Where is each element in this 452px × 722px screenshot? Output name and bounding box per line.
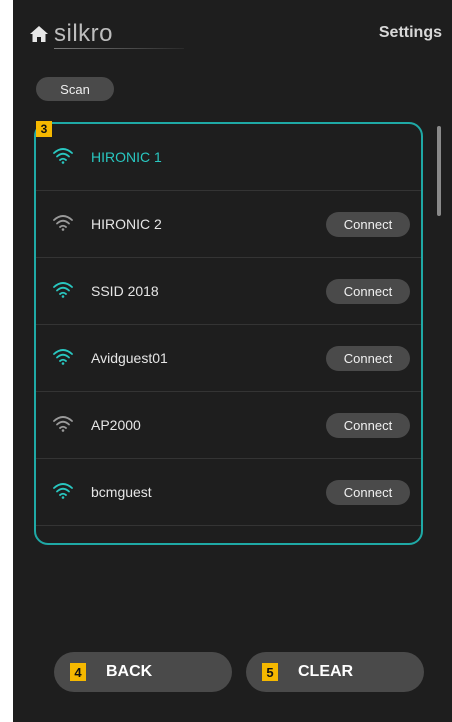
- home-icon[interactable]: [29, 25, 49, 43]
- connect-button[interactable]: Connect: [326, 346, 410, 371]
- device-screen: silkro Settings Scan HIRONIC 1 HIRONIC 2 C…: [13, 0, 452, 722]
- wifi-icon: [53, 349, 73, 365]
- wifi-ssid: bcmguest: [91, 484, 152, 500]
- connect-button[interactable]: Connect: [326, 279, 410, 304]
- connect-button[interactable]: Connect: [326, 480, 410, 505]
- top-bar: silkro Settings: [13, 0, 452, 68]
- connect-button[interactable]: Connect: [326, 413, 410, 438]
- wifi-ssid: SSID 2018: [91, 283, 159, 299]
- wifi-row[interactable]: HIRONIC 2 Connect: [36, 191, 421, 258]
- wifi-row[interactable]: bcmguest Connect: [36, 459, 421, 526]
- wifi-row[interactable]: SSID 2018 Connect: [36, 258, 421, 325]
- step-badge-5: 5: [262, 663, 278, 681]
- connect-button[interactable]: Connect: [326, 212, 410, 237]
- wifi-row[interactable]: AP2000 Connect: [36, 392, 421, 459]
- wifi-network-list: HIRONIC 1 HIRONIC 2 Connect SSID 2018 Connec…: [34, 122, 423, 545]
- wifi-ssid: HIRONIC 1: [91, 149, 162, 165]
- wifi-ssid: AP2000: [91, 417, 141, 433]
- scan-button[interactable]: Scan: [36, 77, 114, 101]
- wifi-row[interactable]: Avidguest01 Connect: [36, 325, 421, 392]
- scrollbar-thumb[interactable]: [437, 126, 441, 216]
- wifi-list-rows: HIRONIC 1 HIRONIC 2 Connect SSID 2018 Connec…: [36, 124, 421, 526]
- logo-underline: [54, 48, 184, 49]
- step-badge-4: 4: [70, 663, 86, 681]
- back-label: BACK: [106, 663, 153, 680]
- wifi-ssid: Avidguest01: [91, 350, 168, 366]
- settings-label[interactable]: Settings: [379, 24, 442, 42]
- clear-button[interactable]: 5 CLEAR: [246, 652, 424, 692]
- wifi-icon: [53, 282, 73, 298]
- wifi-row[interactable]: HIRONIC 1: [36, 124, 421, 191]
- wifi-icon: [53, 483, 73, 499]
- wifi-ssid: HIRONIC 2: [91, 216, 162, 232]
- silkro-logo: silkro: [54, 20, 114, 47]
- back-button[interactable]: 4 BACK: [54, 652, 232, 692]
- step-badge-3: 3: [36, 121, 52, 137]
- wifi-icon: [53, 215, 73, 231]
- wifi-icon: [53, 416, 73, 432]
- wifi-icon: [53, 148, 73, 164]
- clear-label: CLEAR: [298, 663, 354, 680]
